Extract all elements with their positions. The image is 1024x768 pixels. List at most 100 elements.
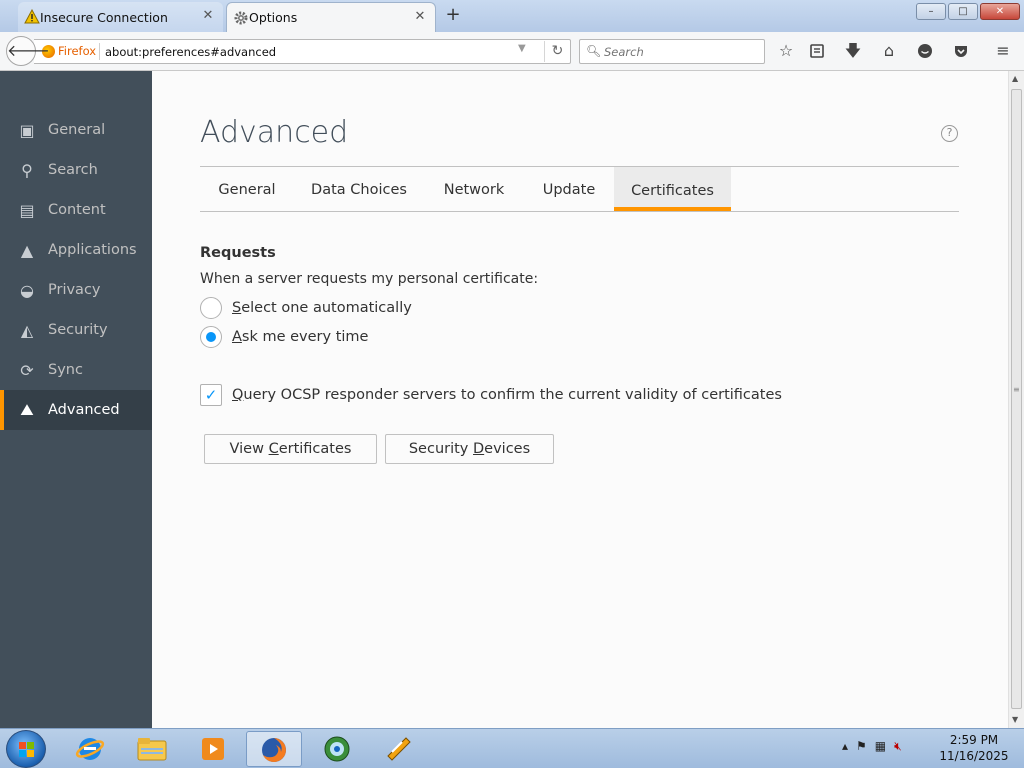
scroll-grip-icon: ≡ [1013,385,1020,394]
radio-label: Ask me every time [232,329,369,345]
minimize-button[interactable]: – [916,3,946,20]
start-button[interactable] [6,730,46,768]
tab-title: Options [249,10,298,25]
ie-icon[interactable] [62,731,118,767]
applications-icon: ▲ [20,240,34,260]
categories-sidebar: ▣ General ⚲ Search ▤ Content ▲ Applicati… [0,71,152,728]
general-icon: ▣ [19,120,35,140]
tab-strip: Insecure Connection ✕ Options ✕ + – □ ✕ [0,0,1024,32]
tab-update[interactable]: Update [524,167,614,211]
identity-box[interactable]: Firefox [42,44,96,58]
search-icon: ⚲ [21,160,33,180]
pocket-icon[interactable] [949,40,973,62]
action-center-flag-icon[interactable]: ⚑ [856,739,867,754]
close-window-button[interactable]: ✕ [980,3,1020,20]
sidebar-item-label: Content [48,202,106,218]
windows-logo-icon [19,742,34,757]
sidebar-item-advanced[interactable]: ⛰ Advanced [0,390,152,430]
home-icon[interactable]: ⌂ [877,40,901,62]
requests-description: When a server requests my personal certi… [200,271,539,287]
page-title: Advanced [200,115,349,150]
help-icon[interactable]: ? [941,125,958,142]
sidebar-item-content[interactable]: ▤ Content [0,190,152,230]
security-icon: ◭ [20,320,34,340]
advanced-tabs: General Data Choices Network Update Cert… [200,167,959,212]
menu-icon[interactable]: ≡ [991,40,1015,62]
radio-ask-every-time[interactable]: Ask me every time [200,326,368,348]
chat-icon[interactable] [913,40,937,62]
sidebar-item-general[interactable]: ▣ General [0,110,152,150]
scroll-up-icon[interactable]: ▲ [1012,74,1018,83]
sidebar-item-label: Security [48,322,108,338]
sidebar-item-privacy[interactable]: ◒ Privacy [0,270,152,310]
radio-select-automatically[interactable]: Select one automatically [200,297,412,319]
url-bar[interactable]: Firefox about:preferences#advanced ▼ ↻ [34,39,571,64]
media-player-icon[interactable] [185,731,241,767]
ocsp-checkbox[interactable]: ✓ [200,384,222,406]
new-tab-button[interactable]: + [444,6,462,24]
firefox-icon[interactable] [246,731,302,767]
network-tray-icon[interactable]: ▦ [875,739,886,754]
ocsp-label: Query OCSP responder servers to confirm … [232,387,782,403]
clock-time: 2:59 PM [949,733,999,747]
tab-data-choices[interactable]: Data Choices [294,167,424,211]
taskbar: ▴ ⚑ ▦ 🔇︎ 2:59 PM 11/16/2025 [0,728,1024,768]
advanced-icon: ⛰ [20,400,34,419]
navigation-toolbar: Firefox about:preferences#advanced ▼ ↻ 🡐… [0,32,1024,71]
vertical-scrollbar[interactable]: ▲ ≡ ▼ [1008,71,1024,728]
privacy-mask-icon: ◒ [20,280,34,300]
scroll-down-icon[interactable]: ▼ [1012,715,1018,724]
sidebar-item-label: Applications [48,242,137,258]
security-devices-button[interactable]: Security Devices [385,434,554,464]
sidebar-item-applications[interactable]: ▲ Applications [0,230,152,270]
tab-title: Insecure Connection [40,9,168,25]
tab-general[interactable]: General [200,167,294,211]
tab-options[interactable]: Options ✕ [226,2,436,32]
sidebar-item-label: Search [48,162,98,178]
radio-label: Select one automatically [232,300,412,316]
sidebar-item-search[interactable]: ⚲ Search [0,150,152,190]
clock-date: 11/16/2025 [939,749,1009,763]
ocsp-checkbox-row[interactable]: ✓ Query OCSP responder servers to confir… [200,384,782,406]
tray-expand-icon[interactable]: ▴ [842,739,848,754]
radio-button[interactable] [200,297,222,319]
reading-list-icon[interactable] [805,40,829,62]
gear-icon [234,11,248,25]
url-text[interactable]: about:preferences#advanced [105,45,276,59]
url-dropdown-icon[interactable]: ▼ [518,43,526,54]
preferences-pane: Advanced ? General Data Choices Network … [152,71,1008,728]
scroll-thumb[interactable] [1011,89,1022,709]
requests-heading: Requests [200,245,276,261]
sidebar-item-label: General [48,122,106,138]
close-tab-icon[interactable]: ✕ [413,9,427,24]
window-controls: – □ ✕ [916,3,1020,20]
sidebar-item-security[interactable]: ◭ Security [0,310,152,350]
search-input[interactable] [604,43,754,60]
downloads-icon[interactable]: 🡇 [841,40,865,62]
reload-icon[interactable]: ↻ [544,41,570,62]
search-bar[interactable]: 🔍︎ [579,39,765,64]
view-certificates-button[interactable]: View Certificates [204,434,377,464]
tab-insecure-connection[interactable]: Insecure Connection ✕ [18,2,223,32]
identity-label: Firefox [58,44,97,58]
sidebar-item-sync[interactable]: ⟳ Sync [0,350,152,390]
screen: Insecure Connection ✕ Options ✕ + – □ ✕ … [0,0,1024,768]
radio-button-selected[interactable] [200,326,222,348]
bookmark-star-icon[interactable]: ☆ [774,40,798,62]
close-tab-icon[interactable]: ✕ [201,8,215,23]
url-separator [99,43,100,60]
system-clock[interactable]: 2:59 PM 11/16/2025 [938,732,1010,764]
system-tray: ▴ ⚑ ▦ 🔇︎ [842,739,902,754]
tab-network[interactable]: Network [424,167,524,211]
sidebar-item-label: Privacy [48,282,101,298]
back-button[interactable]: 🡐 [6,36,50,66]
maximize-button[interactable]: □ [948,3,978,20]
volume-muted-icon[interactable]: 🔇︎ [894,739,902,754]
explorer-folder-icon[interactable] [124,731,180,767]
sync-icon: ⟳ [20,360,34,380]
content-icon: ▤ [19,200,35,220]
winamp-icon[interactable] [371,731,427,767]
tab-certificates[interactable]: Certificates [614,167,731,211]
sidebar-item-label: Advanced [48,402,120,418]
network-globe-icon[interactable] [309,731,365,767]
